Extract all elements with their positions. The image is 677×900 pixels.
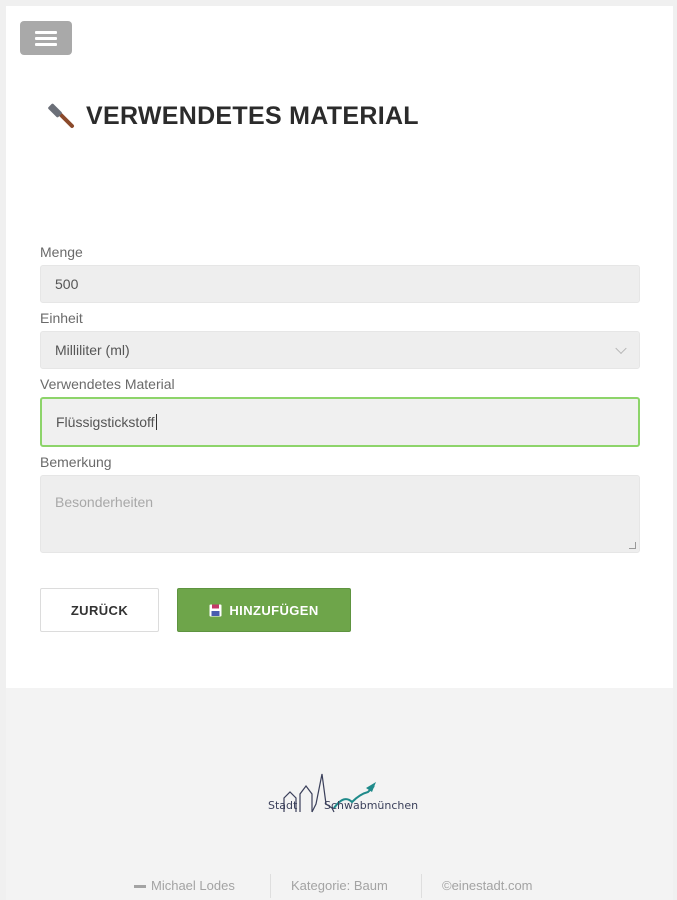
resize-handle[interactable] [629, 542, 636, 549]
footer-category[interactable]: Kategorie: Baum [291, 878, 388, 893]
page-title: VERWENDETES MATERIAL [86, 101, 419, 130]
bemerkung-textarea[interactable]: Besonderheiten [40, 475, 640, 553]
hamburger-menu-icon-bar [35, 43, 57, 46]
hamburger-menu-icon-bar [35, 37, 57, 40]
menge-input[interactable]: 500 [40, 265, 640, 303]
floppy-disk-icon [209, 604, 222, 616]
bemerkung-placeholder: Besonderheiten [55, 494, 154, 510]
back-button-label: ZURÜCK [70, 602, 129, 618]
einheit-select[interactable]: Milliliter (ml) [40, 331, 640, 369]
menge-label: Menge [40, 244, 83, 260]
text-cursor [155, 414, 157, 430]
material-label: Verwendetes Material [40, 376, 175, 392]
bemerkung-label: Bemerkung [40, 454, 112, 470]
footer-meta: Michael Lodes Kategorie: Baum ©einestadt… [6, 874, 673, 898]
material-input[interactable]: Flüssigstickstoff [40, 397, 640, 447]
logo-word-stadt: Stadt [268, 799, 298, 812]
footer-author-text: Michael Lodes [151, 878, 235, 893]
dash-icon [134, 885, 146, 889]
footer-copyright[interactable]: ©einestadt.com [442, 878, 533, 893]
back-button[interactable]: ZURÜCK [40, 588, 159, 632]
menge-value: 500 [55, 276, 79, 292]
logo-word-schwabmuenchen: Schwabmünchen [324, 799, 419, 812]
page-title-row: VERWENDETES MATERIAL [46, 96, 419, 136]
chevron-down-icon [615, 342, 627, 355]
footer-author[interactable]: Michael Lodes [134, 878, 235, 893]
material-value: Flüssigstickstoff [56, 414, 155, 430]
city-skyline-logo-icon [283, 773, 376, 813]
main-card: VERWENDETES MATERIAL Menge 500 Einheit M… [6, 6, 673, 688]
hammer-icon [48, 103, 74, 128]
add-button[interactable]: HINZUFÜGEN [177, 588, 351, 632]
footer: Stadt Schwabmünchen Michael Lodes Katego… [6, 688, 673, 900]
einheit-value: Milliliter (ml) [55, 342, 130, 358]
add-button-label: HINZUFÜGEN [229, 602, 319, 618]
einheit-label: Einheit [40, 310, 83, 326]
city-logo[interactable]: Stadt Schwabmünchen [254, 764, 424, 824]
menu-button[interactable] [20, 21, 72, 55]
footer-divider [270, 874, 271, 898]
footer-divider [421, 874, 422, 898]
hamburger-menu-icon [35, 31, 57, 34]
